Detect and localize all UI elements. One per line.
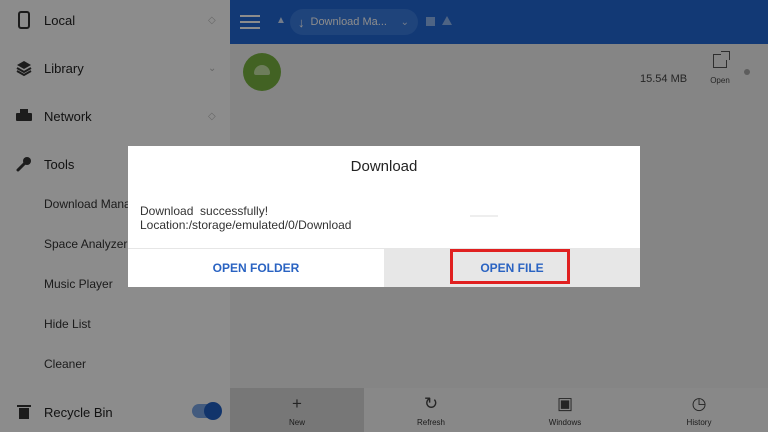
- dialog-message-line1: Download successfully!: [140, 204, 269, 218]
- highlight-box: [450, 249, 570, 284]
- divider: [470, 215, 498, 217]
- dialog-message: Download successfully! Location:/storage…: [140, 204, 351, 232]
- dialog-title: Download: [350, 158, 418, 175]
- open-folder-button[interactable]: OPEN FOLDER: [128, 249, 384, 287]
- dialog-message-line2: Location:/storage/emulated/0/Download: [140, 218, 352, 232]
